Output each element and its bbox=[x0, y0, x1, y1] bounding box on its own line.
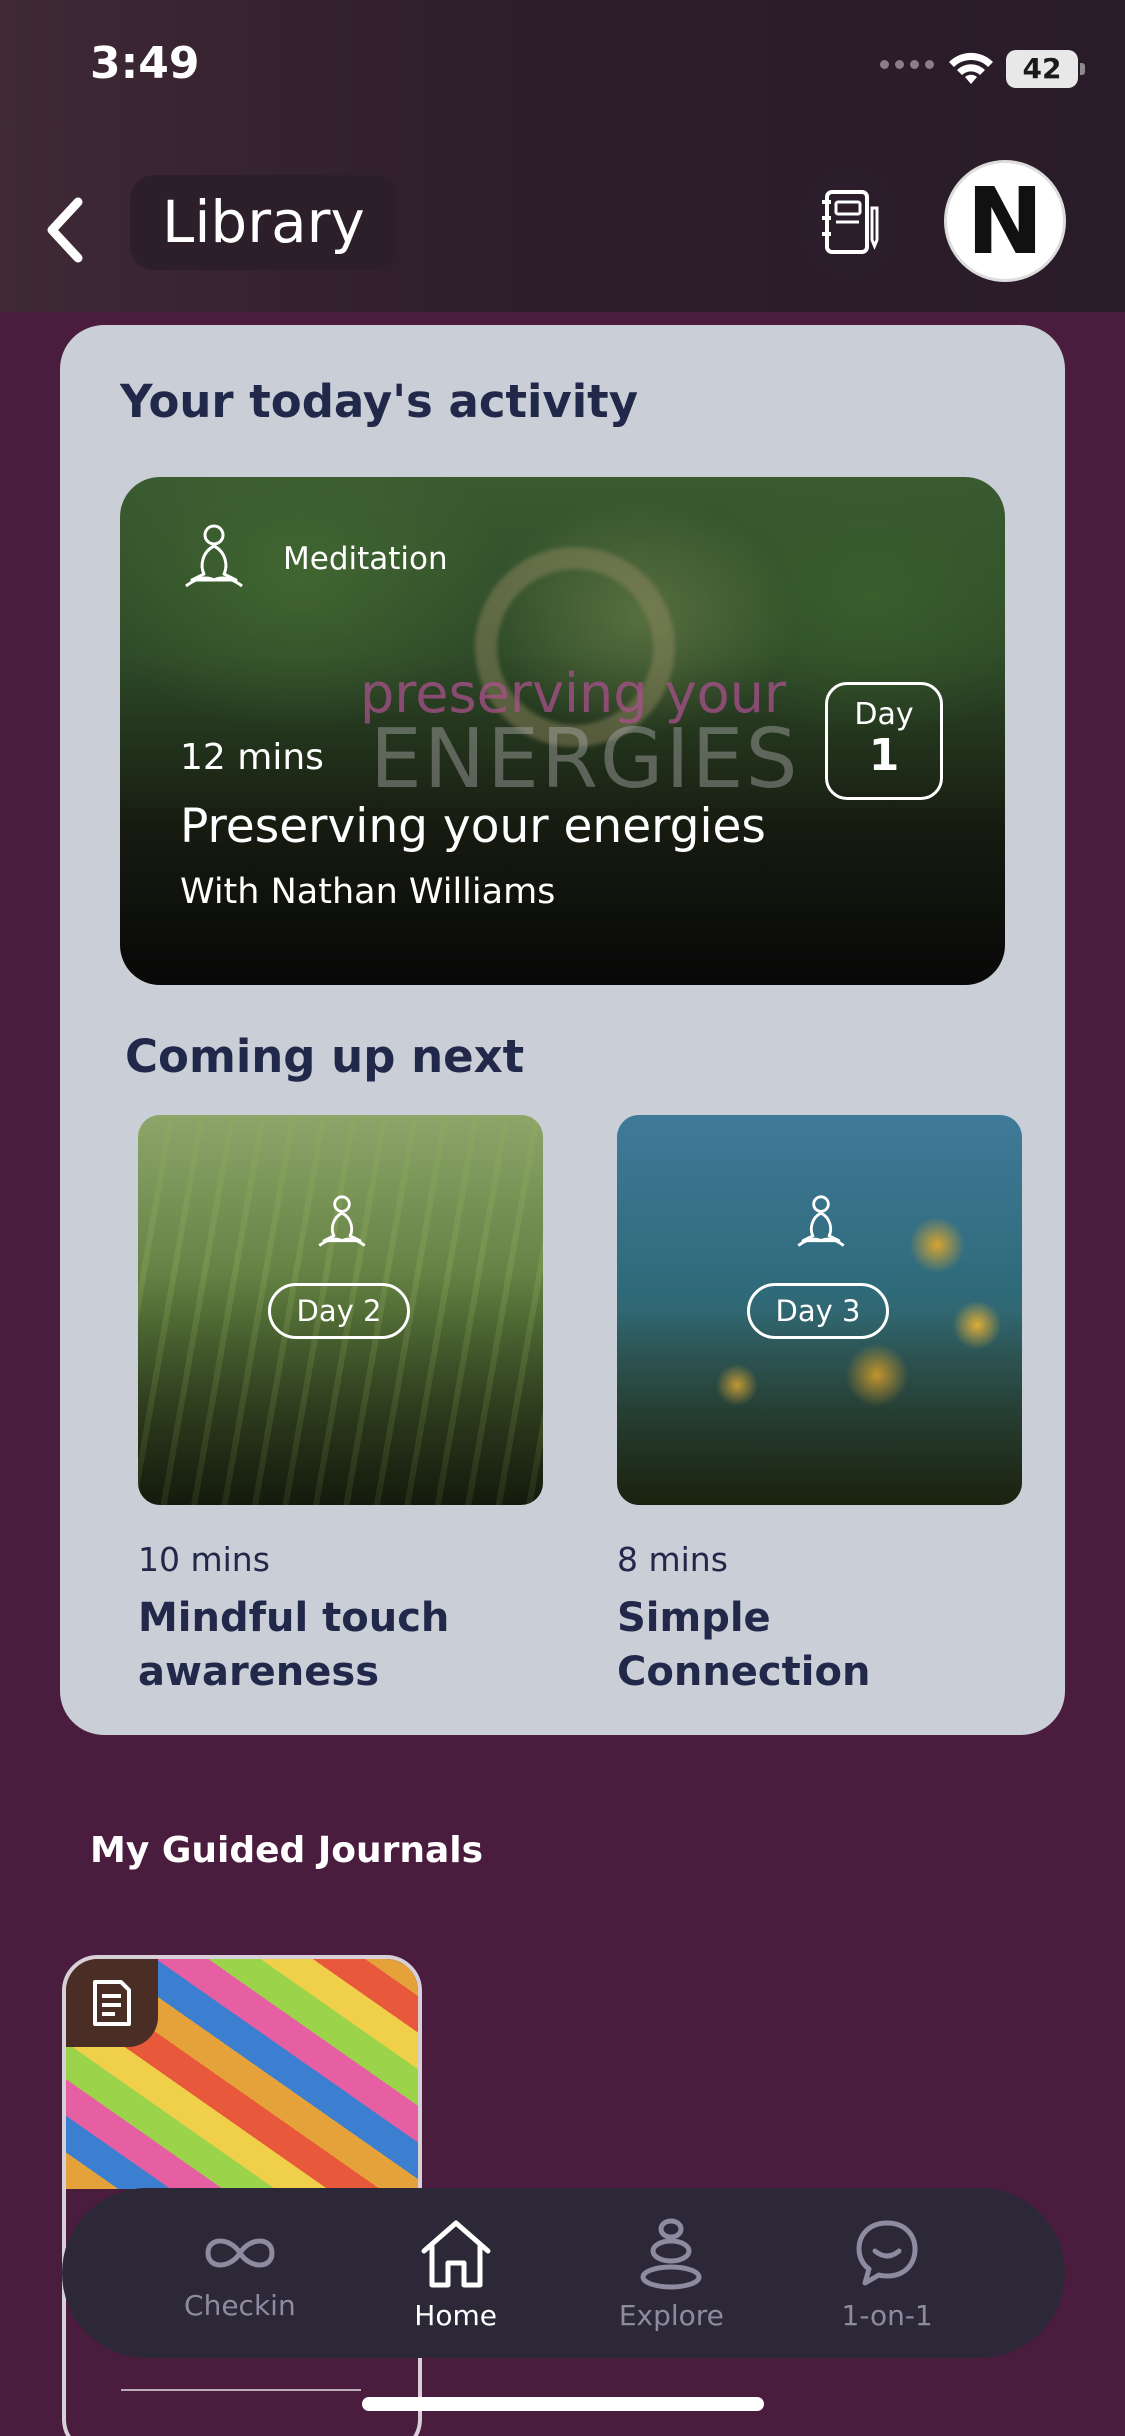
meditation-icon bbox=[318, 1195, 366, 1247]
tab-explore[interactable]: Explore bbox=[601, 2215, 741, 2332]
next-activity-title: Mindful touch awareness bbox=[138, 1595, 450, 1695]
chevron-left-icon[interactable] bbox=[36, 190, 96, 270]
today-activity-heading: Your today's activity bbox=[120, 375, 639, 428]
home-icon bbox=[421, 2220, 491, 2287]
status-time: 3:49 bbox=[90, 38, 200, 89]
tab-label: Explore bbox=[618, 2298, 724, 2332]
document-icon bbox=[93, 1980, 131, 2026]
journal-button[interactable] bbox=[800, 165, 900, 280]
tab-label: Checkin bbox=[184, 2288, 296, 2322]
activity-author: With Nathan Williams bbox=[180, 872, 556, 912]
next-activity-thumbnail: Day 2 bbox=[138, 1115, 543, 1505]
coming-up-heading: Coming up next bbox=[125, 1030, 525, 1083]
wifi-icon bbox=[949, 52, 993, 84]
notebook-icon bbox=[822, 189, 879, 254]
tab-checkin[interactable]: Checkin bbox=[170, 2225, 310, 2322]
day-pill: Day 2 bbox=[268, 1283, 410, 1339]
meditation-icon bbox=[185, 524, 243, 588]
status-bar: 3:49 42 bbox=[0, 0, 1125, 130]
day-pill: Day 3 bbox=[747, 1283, 889, 1339]
home-indicator bbox=[362, 2397, 764, 2411]
hero-watermark-line2: ENERGIES bbox=[370, 712, 800, 807]
day-badge-label: Day bbox=[854, 697, 914, 732]
tab-label: Home bbox=[414, 2298, 497, 2332]
tab-bar: Checkin Home Explore 1-on-1 bbox=[62, 2188, 1065, 2358]
page-title: Library bbox=[130, 175, 397, 270]
tab-label: 1-on-1 bbox=[841, 2298, 933, 2332]
next-activity-card[interactable]: Day 3 8 mins Simple Connection bbox=[617, 1115, 1022, 1699]
tab-home[interactable]: Home bbox=[386, 2215, 526, 2332]
battery-indicator: 42 bbox=[1006, 50, 1085, 88]
activity-title: Preserving your energies bbox=[180, 799, 766, 854]
activity-card: Your today's activity Meditation preserv… bbox=[60, 325, 1065, 1735]
chat-icon bbox=[856, 2220, 918, 2285]
guided-journals-heading: My Guided Journals bbox=[90, 1830, 484, 1871]
signal-dots-icon bbox=[880, 60, 936, 70]
next-activity-duration: 8 mins bbox=[617, 1540, 728, 1579]
tab-1-on-1[interactable]: 1-on-1 bbox=[817, 2215, 957, 2332]
next-activity-title: Simple Connection bbox=[617, 1595, 871, 1695]
activity-duration: 12 mins bbox=[180, 737, 324, 778]
next-activity-thumbnail: Day 3 bbox=[617, 1115, 1022, 1505]
stones-icon bbox=[640, 2218, 702, 2289]
today-activity-hero[interactable]: Meditation preserving your ENERGIES 12 m… bbox=[120, 477, 1005, 985]
next-activity-duration: 10 mins bbox=[138, 1540, 270, 1579]
infinity-icon bbox=[205, 2238, 275, 2267]
next-activity-card[interactable]: Day 2 10 mins Mindful touch awareness bbox=[138, 1115, 543, 1699]
avatar[interactable]: N bbox=[944, 160, 1066, 282]
journal-tag bbox=[66, 1959, 158, 2047]
journal-divider bbox=[121, 2389, 361, 2391]
activity-category: Meditation bbox=[283, 541, 448, 577]
day-badge: Day 1 bbox=[825, 682, 943, 800]
day-badge-number: 1 bbox=[868, 730, 900, 781]
meditation-icon bbox=[797, 1195, 845, 1247]
